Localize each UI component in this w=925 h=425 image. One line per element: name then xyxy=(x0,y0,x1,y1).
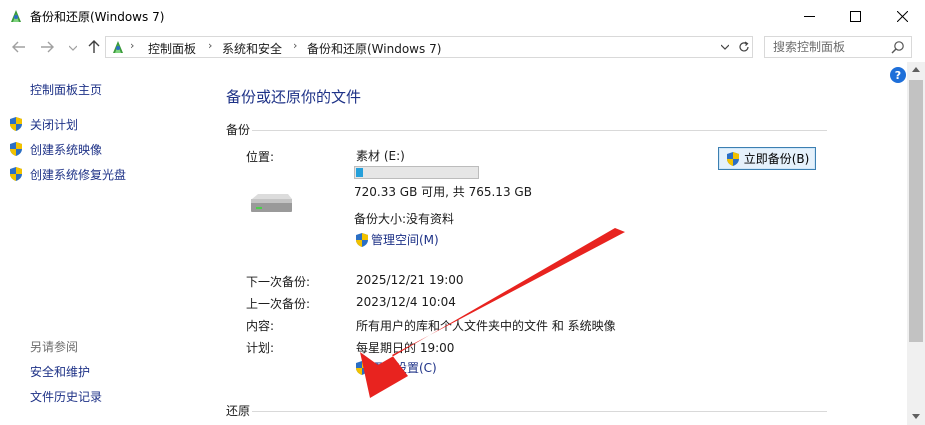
breadcrumb-backup-restore[interactable]: 备份和还原(Windows 7) xyxy=(307,40,441,57)
uac-shield-icon xyxy=(726,151,739,166)
create-repair-disc-link[interactable]: 创建系统修复光盘 xyxy=(8,165,126,183)
refresh-button[interactable] xyxy=(736,38,752,56)
uac-shield-icon xyxy=(10,167,22,181)
vertical-scrollbar[interactable] xyxy=(907,62,925,425)
turn-off-schedule-link[interactable]: 关闭计划 xyxy=(8,115,78,133)
control-panel-home-link[interactable]: 控制面板主页 xyxy=(30,81,102,98)
scroll-down-button[interactable] xyxy=(907,409,925,425)
next-backup-label: 下一次备份: xyxy=(246,275,311,289)
manage-space-link[interactable]: 管理空间(M) xyxy=(354,231,439,248)
maximize-icon xyxy=(849,10,861,22)
contents-label: 内容: xyxy=(246,319,275,333)
location-value: 素材 (E:) xyxy=(356,149,405,163)
backup-size-text: 备份大小:没有资料 xyxy=(354,212,455,226)
minimize-icon xyxy=(803,15,815,17)
next-backup-value: 2025/12/21 19:00 xyxy=(356,273,464,287)
breadcrumb-control-panel[interactable]: 控制面板 xyxy=(148,40,196,57)
chevron-right-icon[interactable]: › xyxy=(293,39,297,52)
left-navigation-pane: 控制面板主页 关闭计划 创建系统映像 创建系统修复光盘 另请参阅 安全和维护 文… xyxy=(0,62,210,425)
security-maintenance-link[interactable]: 安全和维护 xyxy=(30,363,90,380)
help-icon: ? xyxy=(894,68,902,82)
create-system-image-label: 创建系统映像 xyxy=(30,142,103,157)
schedule-value: 每星期日的 19:00 xyxy=(356,341,455,355)
backup-now-label: 立即备份(B) xyxy=(743,152,810,166)
last-backup-label: 上一次备份: xyxy=(246,297,311,311)
chevron-right-icon[interactable]: › xyxy=(208,39,212,52)
control-panel-icon xyxy=(113,41,123,53)
back-button[interactable] xyxy=(10,38,28,56)
uac-shield-icon xyxy=(10,117,22,131)
arrow-left-icon xyxy=(12,41,25,53)
free-space-text: 720.33 GB 可用, 共 765.13 GB xyxy=(354,185,532,199)
address-dropdown-button[interactable] xyxy=(718,39,732,55)
turn-off-schedule-label: 关闭计划 xyxy=(30,117,79,132)
chevron-down-icon xyxy=(69,45,77,51)
address-bar[interactable]: › 控制面板 › 系统和安全 › 备份和还原(Windows 7) xyxy=(105,36,753,58)
scroll-up-button[interactable] xyxy=(907,62,925,78)
create-system-image-link[interactable]: 创建系统映像 xyxy=(8,140,102,158)
storage-usage-fill xyxy=(356,168,363,177)
change-settings-label: 更改设置(C) xyxy=(371,361,437,375)
backup-section-heading: 备份 xyxy=(226,123,251,137)
navigation-bar: › 控制面板 › 系统和安全 › 备份和还原(Windows 7) xyxy=(0,32,925,62)
backup-restore-icon xyxy=(11,10,21,22)
manage-space-label: 管理空间(M) xyxy=(371,233,439,247)
uac-shield-icon xyxy=(356,232,368,247)
close-button[interactable] xyxy=(879,0,925,32)
schedule-label: 计划: xyxy=(246,341,275,355)
file-history-link[interactable]: 文件历史记录 xyxy=(30,388,102,405)
title-bar: 备份和还原(Windows 7) xyxy=(0,0,925,32)
storage-usage-bar xyxy=(354,166,479,179)
uac-shield-icon xyxy=(356,360,368,375)
chevron-down-icon xyxy=(912,414,920,419)
change-settings-link[interactable]: 更改设置(C) xyxy=(354,359,437,376)
search-icon[interactable] xyxy=(891,40,905,54)
up-button[interactable] xyxy=(85,38,103,56)
contents-value: 所有用户的库和个人文件夹中的文件 和 系统映像 xyxy=(356,319,616,333)
search-box[interactable] xyxy=(764,36,912,58)
see-also-heading: 另请参阅 xyxy=(30,340,79,354)
close-icon xyxy=(896,10,908,22)
hard-drive-icon xyxy=(251,194,292,212)
breadcrumb-system-security[interactable]: 系统和安全 xyxy=(222,40,282,57)
arrow-up-icon xyxy=(88,40,100,53)
recent-locations-button[interactable] xyxy=(64,39,82,57)
chevron-up-icon xyxy=(912,67,920,72)
help-button[interactable]: ? xyxy=(890,67,906,83)
forward-button[interactable] xyxy=(38,38,56,56)
backup-now-button[interactable]: 立即备份(B) xyxy=(718,147,816,170)
minimize-button[interactable] xyxy=(786,0,832,32)
maximize-button[interactable] xyxy=(832,0,878,32)
chevron-down-icon xyxy=(720,44,730,50)
section-divider xyxy=(252,411,827,412)
section-divider xyxy=(252,130,827,131)
restore-section-heading: 还原 xyxy=(226,404,251,418)
refresh-icon xyxy=(739,41,749,52)
search-input[interactable] xyxy=(773,40,883,54)
chevron-right-icon[interactable]: › xyxy=(130,39,134,52)
window-title: 备份和还原(Windows 7) xyxy=(30,10,165,24)
last-backup-value: 2023/12/4 10:04 xyxy=(356,295,456,309)
page-title: 备份或还原你的文件 xyxy=(226,88,362,106)
create-repair-disc-label: 创建系统修复光盘 xyxy=(30,167,127,182)
arrow-right-icon xyxy=(41,41,54,53)
scroll-thumb[interactable] xyxy=(909,80,923,342)
uac-shield-icon xyxy=(10,142,22,156)
location-label: 位置: xyxy=(246,150,275,164)
